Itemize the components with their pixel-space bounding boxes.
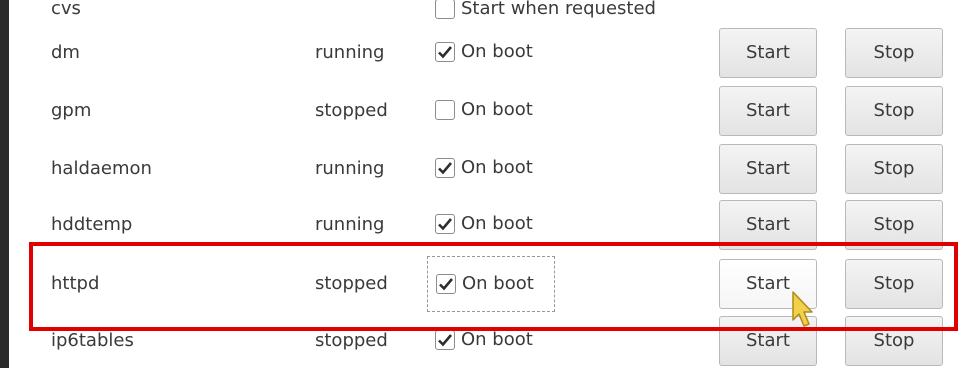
- on-boot-option[interactable]: On boot: [427, 149, 555, 189]
- highlight-box: [29, 242, 958, 331]
- on-boot-label: On boot: [461, 213, 533, 234]
- on-boot-label: On boot: [461, 329, 533, 350]
- service-name: ip6tables: [51, 330, 134, 351]
- service-row-partial: cvs Start when requested: [9, 0, 962, 19]
- service-status: stopped: [315, 100, 388, 121]
- service-status: running: [315, 214, 385, 235]
- on-boot-checkbox[interactable]: [435, 330, 455, 350]
- checkmark-icon: [438, 334, 452, 347]
- start-button[interactable]: Start: [719, 28, 817, 78]
- window-left-border: [0, 0, 9, 368]
- service-name: dm: [51, 42, 80, 63]
- on-boot-checkbox[interactable]: [435, 42, 455, 62]
- stop-button[interactable]: Stop: [845, 28, 943, 78]
- checkmark-icon: [438, 218, 452, 231]
- service-name: haldaemon: [51, 158, 152, 179]
- service-name: gpm: [51, 100, 92, 121]
- on-boot-option[interactable]: On boot: [427, 205, 555, 245]
- start-button[interactable]: Start: [719, 144, 817, 194]
- service-row: dm running On boot Start Stop: [9, 24, 962, 82]
- service-status: running: [315, 42, 385, 63]
- on-boot-checkbox[interactable]: [435, 214, 455, 234]
- stop-button[interactable]: Stop: [845, 144, 943, 194]
- stop-button[interactable]: Stop: [845, 86, 943, 136]
- checkmark-icon: [438, 162, 452, 175]
- on-boot-label: On boot: [461, 41, 533, 62]
- service-name: hddtemp: [51, 214, 133, 235]
- boot-label: Start when requested: [461, 0, 656, 19]
- service-row: haldaemon running On boot Start Stop: [9, 140, 962, 198]
- start-button[interactable]: Start: [719, 86, 817, 136]
- on-boot-label: On boot: [461, 99, 533, 120]
- boot-checkbox[interactable]: [435, 0, 455, 19]
- on-boot-label: On boot: [461, 157, 533, 178]
- checkmark-icon: [438, 46, 452, 59]
- on-boot-checkbox[interactable]: [435, 100, 455, 120]
- service-row: gpm stopped On boot Start Stop: [9, 82, 962, 140]
- on-boot-option[interactable]: On boot: [427, 33, 555, 73]
- service-status: running: [315, 158, 385, 179]
- service-name: cvs: [51, 0, 81, 19]
- on-boot-checkbox[interactable]: [435, 158, 455, 178]
- on-boot-option[interactable]: On boot: [427, 91, 555, 131]
- pointer-cursor-icon: [792, 291, 813, 327]
- service-status: stopped: [315, 330, 388, 351]
